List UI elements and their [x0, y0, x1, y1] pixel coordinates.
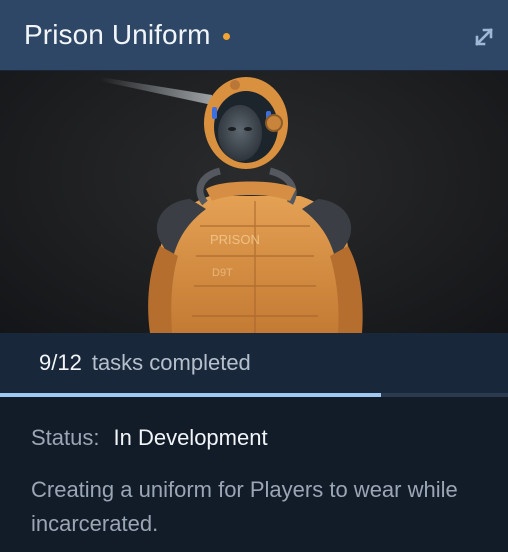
tasks-count: 9/12 — [39, 350, 82, 375]
status-label: Status: — [31, 425, 100, 450]
roadmap-card[interactable]: Prison Uniform PRISON D9T 9/12 tasks com… — [0, 0, 508, 552]
card-body: Status: In Development Creating a uniform… — [0, 397, 508, 552]
progress-summary: 9/12 tasks completed — [0, 333, 508, 393]
card-header: Prison Uniform — [0, 0, 508, 71]
tasks-label: tasks completed — [91, 350, 251, 375]
status-line: Status: In Development — [31, 425, 476, 451]
suit-text: PRISON — [210, 232, 260, 247]
card-image: PRISON D9T — [0, 71, 508, 333]
card-description: Creating a uniform for Players to wear w… — [31, 477, 458, 536]
expand-button[interactable] — [470, 23, 498, 51]
expand-arrows-icon — [475, 28, 493, 46]
card-title: Prison Uniform — [24, 19, 211, 50]
status-dot — [222, 32, 230, 40]
suit-number: D9T — [212, 267, 233, 279]
status-value: In Development — [113, 425, 268, 450]
